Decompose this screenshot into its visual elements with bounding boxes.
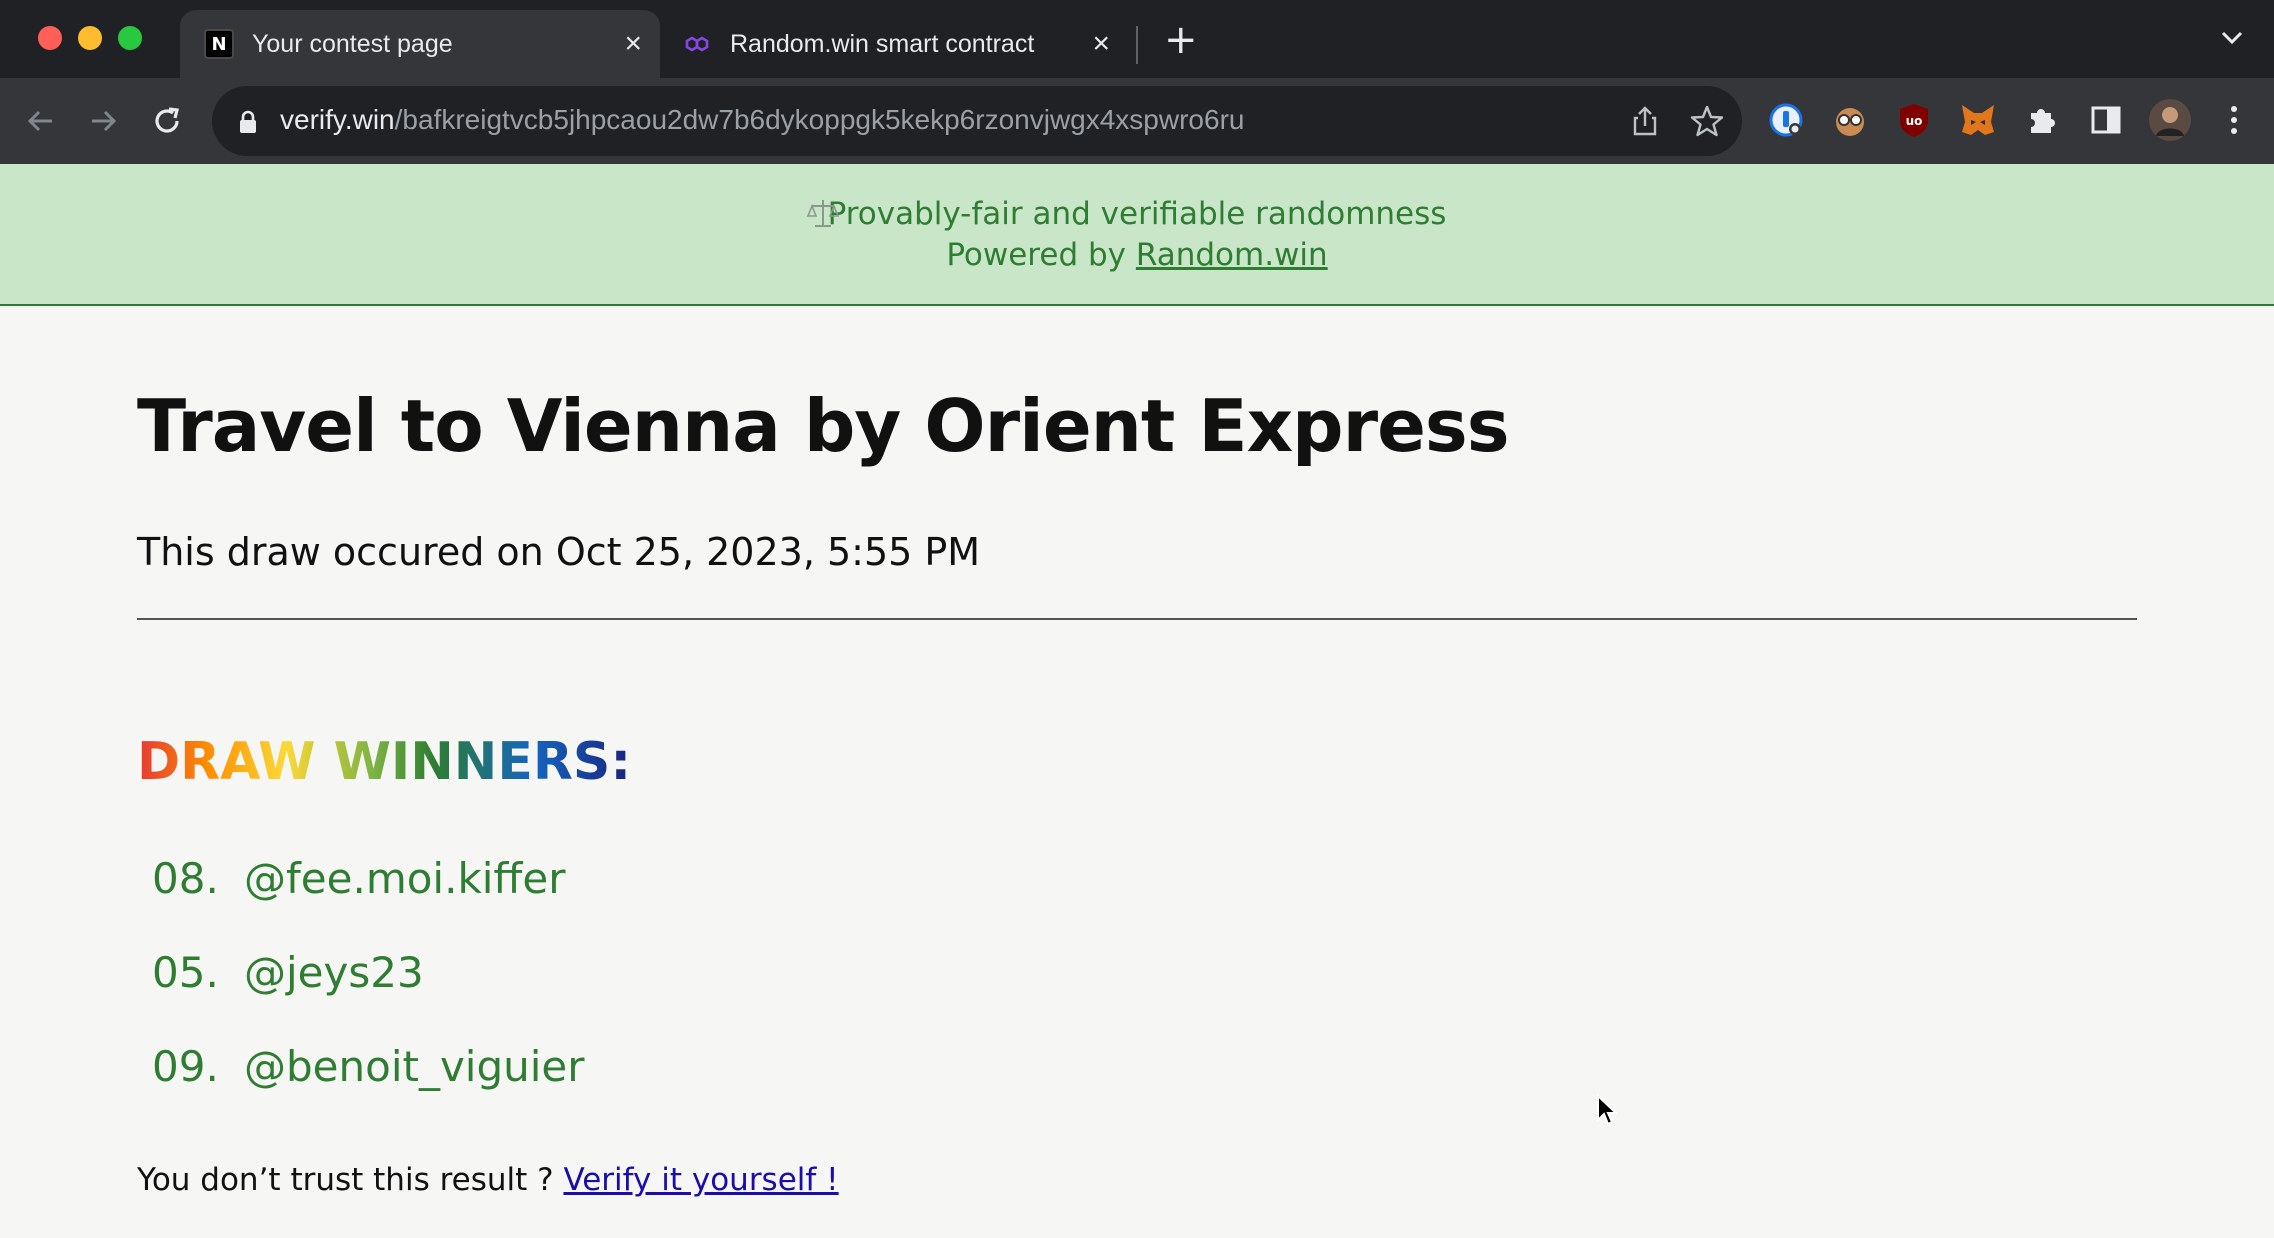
winner-number: 08. — [152, 854, 219, 903]
browser-tab-strip: N Your contest page × Random.win smart c… — [0, 0, 2274, 78]
winner-item: 05. @jeys23 — [152, 948, 424, 997]
winner-number: 05. — [152, 948, 219, 997]
lock-icon[interactable] — [238, 110, 258, 138]
verify-link[interactable]: Verify it yourself ! — [563, 1162, 838, 1198]
tab-label: Your contest page — [252, 29, 453, 58]
balance-scale-icon — [806, 198, 840, 241]
side-panel-icon[interactable] — [2084, 98, 2128, 142]
back-arrow-icon[interactable] — [18, 98, 64, 144]
tab-separator — [1136, 26, 1138, 64]
draw-date: This draw occured on Oct 25, 2023, 5:55 … — [137, 530, 981, 574]
window-zoom-button[interactable] — [118, 26, 142, 50]
polygon-favicon-icon — [682, 29, 712, 59]
tab-close-icon[interactable]: × — [624, 29, 642, 59]
metamask-icon[interactable] — [1956, 98, 2000, 142]
tab-your-contest-page[interactable]: N Your contest page × — [180, 10, 660, 78]
privacy-badger-icon[interactable] — [1828, 98, 1872, 142]
url-text[interactable]: verify.win/bafkreigtvcb5jhpcaou2dw7b6dyk… — [280, 104, 1244, 136]
share-icon[interactable] — [1628, 104, 1662, 138]
profile-avatar[interactable] — [2148, 98, 2192, 142]
winner-number: 09. — [152, 1042, 219, 1091]
trust-line: You don’t trust this result ? Verify it … — [137, 1162, 839, 1198]
winner-handle: @jeys23 — [244, 948, 424, 997]
svg-text:uo: uo — [1906, 114, 1923, 128]
window-close-button[interactable] — [38, 26, 62, 50]
winner-handle: @fee.moi.kiffer — [244, 854, 566, 903]
new-tab-button[interactable]: + — [1164, 20, 1198, 60]
tab-smart-contract[interactable]: Random.win smart contract × — [668, 10, 1128, 78]
puzzle-extensions-icon[interactable] — [2020, 98, 2064, 142]
divider — [137, 618, 2137, 620]
forward-arrow-icon[interactable] — [80, 98, 126, 144]
browser-toolbar: verify.win/bafkreigtvcb5jhpcaou2dw7b6dyk… — [0, 78, 2274, 164]
winner-handle: @benoit_viguier — [244, 1042, 585, 1091]
tab-label: Random.win smart contract — [730, 29, 1035, 58]
page-content: Provably-fair and verifiable randomness … — [0, 164, 2274, 1238]
randomwin-favicon-icon: N — [204, 29, 234, 59]
ublock-icon[interactable]: uo — [1892, 98, 1936, 142]
tab-search-chevron-icon[interactable] — [2220, 30, 2244, 50]
fairness-banner: Provably-fair and verifiable randomness … — [0, 164, 2274, 306]
mouse-cursor-icon — [1596, 1093, 1619, 1132]
bookmark-star-icon[interactable] — [1690, 104, 1724, 138]
randomwin-link[interactable]: Random.win — [1136, 237, 1328, 273]
winners-heading: DRAW WINNERS: — [137, 732, 632, 792]
kebab-menu-icon[interactable] — [2212, 98, 2256, 142]
banner-line-1: Provably-fair and verifiable randomness — [827, 196, 1447, 232]
banner-line-2: Powered by Random.win — [946, 237, 1328, 273]
address-bar[interactable]: verify.win/bafkreigtvcb5jhpcaou2dw7b6dyk… — [212, 86, 1742, 156]
window-minimize-button[interactable] — [78, 26, 102, 50]
winner-item: 09. @benoit_viguier — [152, 1042, 585, 1091]
tab-close-icon[interactable]: × — [1092, 29, 1110, 59]
password-manager-icon[interactable] — [1764, 98, 1808, 142]
reload-icon[interactable] — [144, 98, 190, 144]
winner-item: 08. @fee.moi.kiffer — [152, 854, 565, 903]
page-title: Travel to Vienna by Orient Express — [137, 384, 1510, 468]
